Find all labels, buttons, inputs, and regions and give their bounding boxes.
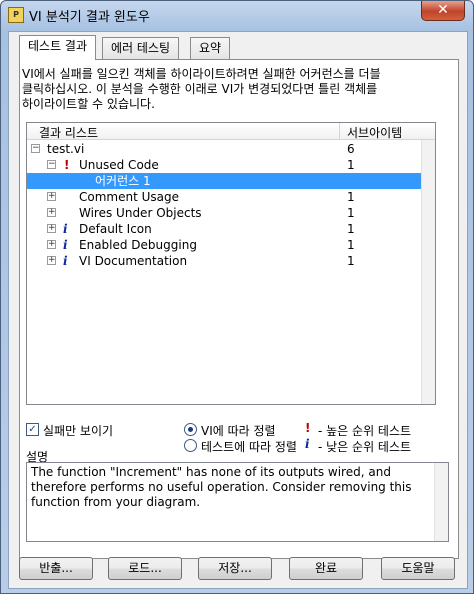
low-priority-icon: i [63,238,68,252]
tree-row-wires-under-objects[interactable]: + Wires Under Objects 1 [27,205,435,221]
expand-icon[interactable]: + [47,240,56,249]
tree-row-enabled-debugging[interactable]: + i Enabled Debugging 1 [27,237,435,253]
tab-error-testing[interactable]: 에러 테스팅 [102,37,180,59]
sort-by-test-label: 테스트에 따라 정렬 [201,440,297,454]
description-box[interactable]: The function "Increment" has none of its… [26,462,449,542]
instructions-text: VI에서 실패를 일으킨 객체를 하이라이트하려면 실패한 어커런스를 더블 클… [22,67,452,112]
result-list-tree[interactable]: 결과 리스트 서브아이템 − test.vi 6 − ! Unused Code… [26,122,436,405]
row-name: Default Icon [79,222,152,236]
show-failures-only-checkbox[interactable]: ✓ [26,423,39,436]
tab-summary[interactable]: 요약 [190,37,231,59]
expand-icon[interactable]: + [47,256,56,265]
labview-app-icon: P [8,7,24,23]
tree-row-unused-code[interactable]: − ! Unused Code 1 [27,157,435,173]
result-list-scrollbar[interactable] [421,140,435,404]
tree-row-default-icon[interactable]: + i Default Icon 1 [27,221,435,237]
row-count: 1 [347,190,355,204]
row-name: Comment Usage [79,190,179,204]
result-list-header: 결과 리스트 서브아이템 [27,123,435,140]
row-count: 1 [347,254,355,268]
description-text: The function "Increment" has none of its… [31,465,412,509]
high-priority-icon: ! [64,158,70,172]
column-header-subitems[interactable]: 서브아이템 [347,124,402,141]
done-button[interactable]: 완료 [289,557,363,580]
row-count: 1 [347,238,355,252]
window-title: VI 분석기 결과 윈도우 [29,10,150,25]
column-header-results[interactable]: 결과 리스트 [39,124,98,141]
load-button[interactable]: 로드... [108,557,182,580]
column-divider[interactable] [339,123,340,140]
row-count: 1 [347,158,355,172]
sort-by-vi-label: VI에 따라 정렬 [201,424,276,438]
low-priority-icon: i [305,437,310,451]
row-count: 6 [347,142,355,156]
legend-low-priority: - 낮은 순위 테스트 [318,440,412,454]
collapse-icon[interactable]: − [31,144,40,153]
row-name: test.vi [47,142,85,156]
tree-row-test-vi[interactable]: − test.vi 6 [27,141,435,157]
help-button[interactable]: 도움말 [381,557,455,580]
low-priority-icon: i [63,254,68,268]
title-bar[interactable]: P VI 분석기 결과 윈도우 ✕ [1,1,473,29]
show-failures-only-label: 실패만 보이기 [43,424,114,438]
sort-by-vi-radio[interactable] [184,423,197,436]
tree-row-vi-documentation[interactable]: + i VI Documentation 1 [27,253,435,269]
save-button[interactable]: 저장... [198,557,272,580]
row-count: 1 [347,222,355,236]
row-name: 어커런스 1 [95,174,151,188]
instructions-line: 하이라이트할 수 있습니다. [22,97,155,111]
analyzer-results-window: P VI 분석기 결과 윈도우 ✕ 테스트 결과 에러 테스팅 요약 VI에서 … [0,0,474,594]
sort-by-test-radio[interactable] [184,439,197,452]
row-name: Enabled Debugging [79,238,197,252]
instructions-line: 클릭하십시오. 이 분석을 수행한 이래로 VI가 변경되었다면 틀린 객체를 [22,82,378,96]
description-scrollbar[interactable] [434,463,448,541]
expand-icon[interactable]: + [47,192,56,201]
row-name: VI Documentation [79,254,188,268]
tab-test-results[interactable]: 테스트 결과 [19,35,97,60]
instructions-line: VI에서 실패를 일으킨 객체를 하이라이트하려면 실패한 어커런스를 더블 [22,67,381,81]
close-button[interactable]: ✕ [421,1,465,21]
expand-icon[interactable]: + [47,224,56,233]
export-button[interactable]: 반출... [19,557,93,580]
high-priority-icon: ! [305,421,311,435]
legend-high-priority: - 높은 순위 테스트 [318,424,412,438]
row-name: Wires Under Objects [79,206,202,220]
low-priority-icon: i [63,222,68,236]
collapse-icon[interactable]: − [47,160,56,169]
window-client-area: 테스트 결과 에러 테스팅 요약 VI에서 실패를 일으킨 객체를 하이라이트하… [8,31,468,589]
tree-row-occurrence-1[interactable]: 어커런스 1 [27,173,435,189]
row-count: 1 [347,206,355,220]
tree-row-comment-usage[interactable]: + Comment Usage 1 [27,189,435,205]
row-name: Unused Code [79,158,159,172]
expand-icon[interactable]: + [47,208,56,217]
